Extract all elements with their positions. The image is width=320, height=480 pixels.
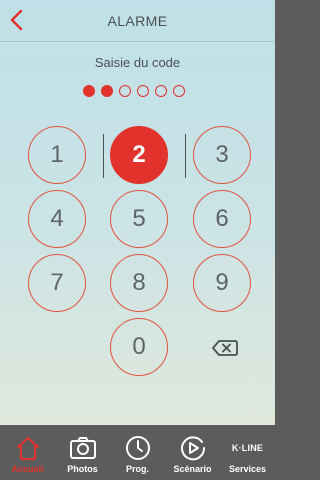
code-dot <box>83 85 95 97</box>
code-dot <box>173 85 185 97</box>
clock-icon <box>123 433 153 463</box>
active-key-divider-left <box>103 134 104 178</box>
backspace-icon <box>212 340 238 356</box>
code-dot <box>137 85 149 97</box>
tab-scenario[interactable]: Scénario <box>165 425 220 480</box>
header: ALARME <box>0 0 275 42</box>
active-key-divider-right <box>185 134 186 178</box>
tab-accueil[interactable]: Accueil <box>0 425 55 480</box>
key-3[interactable]: 3 <box>193 126 251 184</box>
key-1[interactable]: 1 <box>28 126 86 184</box>
key-5[interactable]: 5 <box>110 190 168 248</box>
tab-services[interactable]: K·LINE Services <box>220 425 275 480</box>
key-7[interactable]: 7 <box>28 254 86 312</box>
tab-label: Services <box>228 464 267 474</box>
alarm-code-screen: ALARME Saisie du code 1 2 3 4 5 6 7 8 9 … <box>0 0 275 480</box>
key-4[interactable]: 4 <box>28 190 86 248</box>
tab-label: Accueil <box>11 464 44 474</box>
tab-label: Prog. <box>125 464 149 474</box>
key-6[interactable]: 6 <box>193 190 251 248</box>
play-icon <box>178 433 208 463</box>
camera-icon <box>68 433 98 463</box>
tab-prog[interactable]: Prog. <box>110 425 165 480</box>
home-icon <box>13 433 43 463</box>
code-dot <box>101 85 113 97</box>
key-2[interactable]: 2 <box>110 126 168 184</box>
delete-button[interactable] <box>210 336 240 360</box>
bottom-tab-bar: Accueil Photos Prog. Scénario K·LINE Ser… <box>0 425 275 480</box>
header-divider <box>0 41 275 42</box>
code-entry-label: Saisie du code <box>94 55 181 70</box>
page-title: ALARME <box>107 13 168 29</box>
key-9[interactable]: 9 <box>193 254 251 312</box>
tab-label: Scénario <box>173 464 212 474</box>
key-8[interactable]: 8 <box>110 254 168 312</box>
code-dot <box>119 85 131 97</box>
tab-label: Photos <box>67 464 98 474</box>
k-line-logo-text: K·LINE <box>231 443 264 453</box>
code-dot <box>155 85 167 97</box>
key-0[interactable]: 0 <box>110 318 168 376</box>
code-progress-dots <box>83 84 203 98</box>
k-line-logo: K·LINE <box>231 433 264 463</box>
tab-photos[interactable]: Photos <box>55 425 110 480</box>
